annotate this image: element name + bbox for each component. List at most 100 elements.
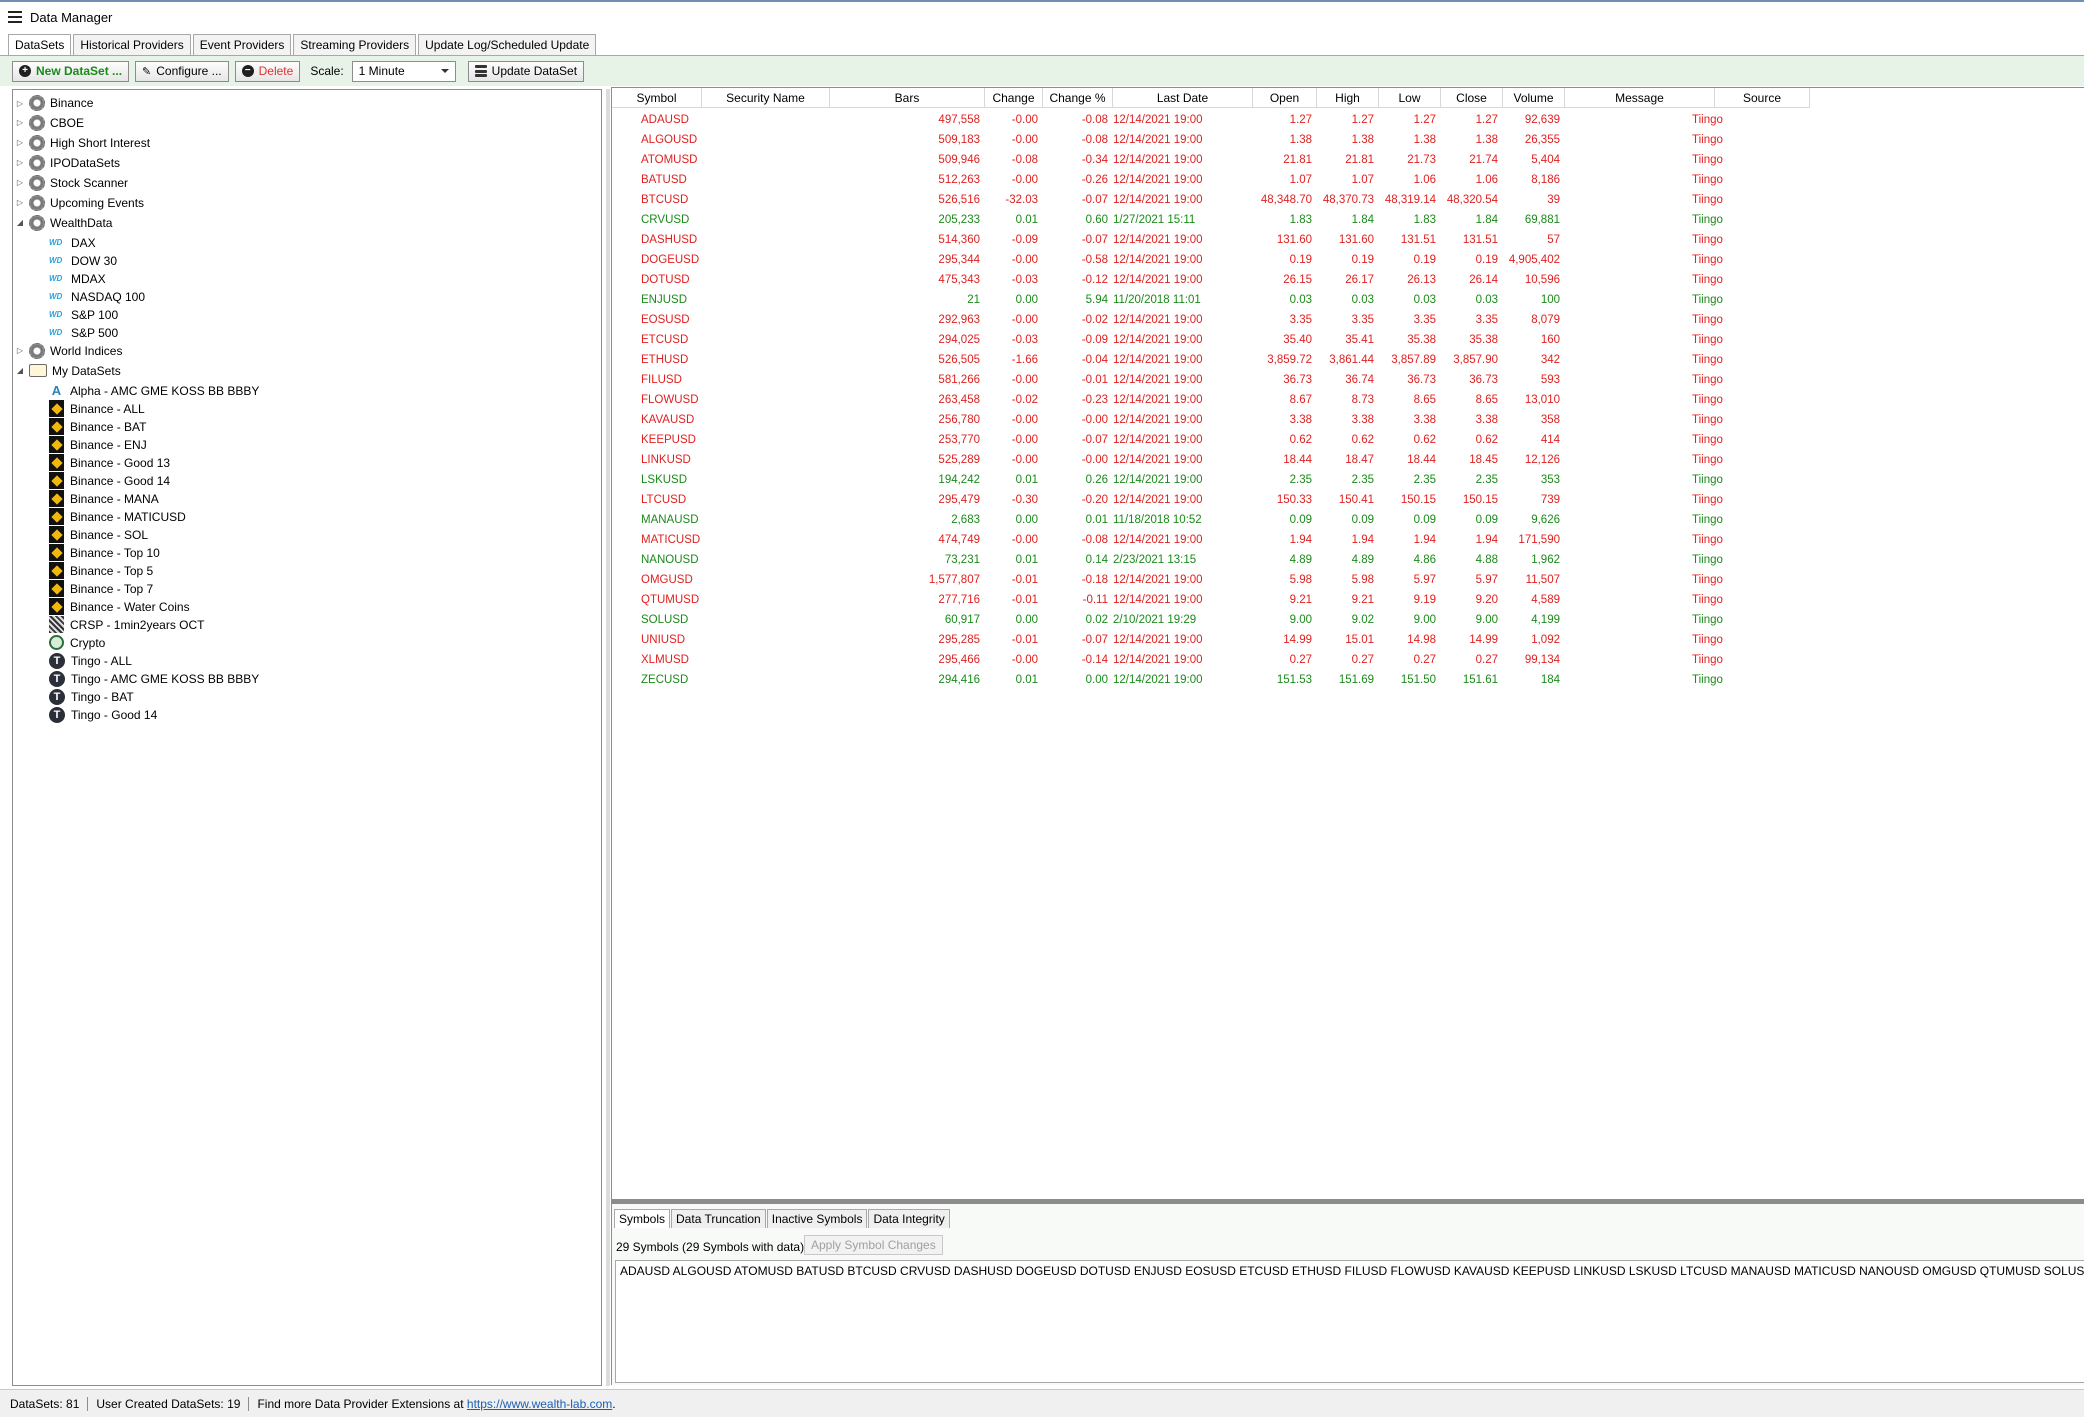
- tree-item[interactable]: Binance - Top 10: [49, 544, 160, 562]
- tree-item[interactable]: Binance - Water Coins: [49, 598, 190, 616]
- symbol-cell[interactable]: KAVAUSD: [636, 410, 702, 430]
- symbol-cell[interactable]: LTCUSD: [636, 490, 702, 510]
- symbol-cell[interactable]: ZECUSD: [636, 670, 702, 690]
- tree-item[interactable]: ▷ High Short Interest: [15, 134, 150, 152]
- symbol-cell[interactable]: BTCUSD: [636, 190, 702, 210]
- symbol-cell[interactable]: ALGOUSD: [636, 130, 702, 150]
- symbol-cell[interactable]: LINKUSD: [636, 450, 702, 470]
- symbol-cell[interactable]: ETCUSD: [636, 330, 702, 350]
- column-header[interactable]: Last Date: [1113, 88, 1253, 108]
- collapsed-arrow-icon[interactable]: ▷: [15, 118, 25, 127]
- collapsed-arrow-icon[interactable]: ▷: [15, 346, 25, 355]
- column-header[interactable]: Change %: [1043, 88, 1113, 108]
- column-header[interactable]: Open: [1253, 88, 1317, 108]
- expanded-arrow-icon[interactable]: ◢: [15, 366, 25, 375]
- update-dataset-button[interactable]: Update DataSet: [467, 60, 585, 82]
- tree-item[interactable]: ▷ IPODataSets: [15, 154, 120, 172]
- symbols-textarea[interactable]: ADAUSD ALGOUSD ATOMUSD BATUSD BTCUSD CRV…: [615, 1260, 2084, 1383]
- symbol-cell[interactable]: BATUSD: [636, 170, 702, 190]
- collapsed-arrow-icon[interactable]: ▷: [15, 178, 25, 187]
- tree-item[interactable]: ▷ Stock Scanner: [15, 174, 128, 192]
- tree-item[interactable]: ▷ Binance: [15, 94, 93, 112]
- tree-item[interactable]: Binance - Good 14: [49, 472, 170, 490]
- symbol-cell[interactable]: MANAUSD: [636, 510, 702, 530]
- symbol-cell[interactable]: LSKUSD: [636, 470, 702, 490]
- symbol-cell[interactable]: KEEPUSD: [636, 430, 702, 450]
- tab-symbols[interactable]: Symbols: [614, 1209, 671, 1228]
- tree-item[interactable]: T Tingo - Good 14: [49, 706, 157, 724]
- tree-item[interactable]: T Tingo - AMC GME KOSS BB BBBY: [49, 670, 259, 688]
- tree-item[interactable]: CRSP - 1min2years OCT: [49, 616, 204, 634]
- tab-inactive-symbols[interactable]: Inactive Symbols: [766, 1209, 868, 1228]
- tab-data-truncation[interactable]: Data Truncation: [671, 1209, 766, 1228]
- symbol-cell[interactable]: NANOUSD: [636, 550, 702, 570]
- symbol-cell[interactable]: EOSUSD: [636, 310, 702, 330]
- column-header[interactable]: High: [1317, 88, 1379, 108]
- symbol-cell[interactable]: ETHUSD: [636, 350, 702, 370]
- symbol-cell[interactable]: ADAUSD: [636, 110, 702, 130]
- column-header[interactable]: Symbol: [612, 88, 702, 108]
- symbol-cell[interactable]: ATOMUSD: [636, 150, 702, 170]
- dataset-tree[interactable]: ▷ Binance ▷ CBOE ▷ High Short Interest ▷ IPODat…: [12, 89, 602, 1386]
- symbol-cell[interactable]: MATICUSD: [636, 530, 702, 550]
- collapsed-arrow-icon[interactable]: ▷: [15, 99, 25, 108]
- configure-button[interactable]: ✎ Configure ...: [135, 60, 229, 82]
- symbol-cell[interactable]: DASHUSD: [636, 230, 702, 250]
- tree-item[interactable]: WD NASDAQ 100: [49, 288, 145, 306]
- collapsed-arrow-icon[interactable]: ▷: [15, 158, 25, 167]
- symbol-cell[interactable]: OMGUSD: [636, 570, 702, 590]
- tree-item[interactable]: WD S&P 500: [49, 324, 118, 342]
- tab-event-providers[interactable]: Event Providers: [192, 34, 292, 55]
- menu-icon[interactable]: [8, 11, 22, 23]
- symbol-cell[interactable]: CRVUSD: [636, 210, 702, 230]
- collapsed-arrow-icon[interactable]: ▷: [15, 138, 25, 147]
- apply-symbol-changes-button[interactable]: Apply Symbol Changes: [804, 1235, 943, 1255]
- tree-item[interactable]: ▷ Upcoming Events: [15, 194, 144, 212]
- new-dataset-button[interactable]: + New DataSet ...: [12, 60, 130, 82]
- column-header[interactable]: Change: [985, 88, 1043, 108]
- symbol-cell[interactable]: QTUMUSD: [636, 590, 702, 610]
- tab-update-log[interactable]: Update Log/Scheduled Update: [418, 34, 597, 55]
- column-header[interactable]: Message: [1565, 88, 1715, 108]
- tree-item[interactable]: Binance - ENJ: [49, 436, 147, 454]
- column-header[interactable]: Bars: [830, 88, 985, 108]
- symbol-cell[interactable]: SOLUSD: [636, 610, 702, 630]
- vertical-splitter[interactable]: [606, 89, 610, 1386]
- delete-button[interactable]: − Delete: [234, 60, 301, 82]
- tree-item[interactable]: WD MDAX: [49, 270, 106, 288]
- column-header[interactable]: Low: [1379, 88, 1441, 108]
- column-header[interactable]: Security Name: [702, 88, 830, 108]
- column-header[interactable]: Source: [1715, 88, 1810, 108]
- tree-item[interactable]: Binance - Good 13: [49, 454, 170, 472]
- tree-item[interactable]: Binance - BAT: [49, 418, 146, 436]
- tree-item[interactable]: Binance - MATICUSD: [49, 508, 186, 526]
- scale-dropdown[interactable]: 1 Minute: [351, 60, 456, 82]
- tree-item[interactable]: WD DOW 30: [49, 252, 117, 270]
- tree-item[interactable]: Crypto: [49, 634, 105, 652]
- tree-item[interactable]: ▷ CBOE: [15, 114, 84, 132]
- tree-item[interactable]: Binance - ALL: [49, 400, 145, 418]
- tab-historical-providers[interactable]: Historical Providers: [73, 34, 191, 55]
- tab-data-integrity[interactable]: Data Integrity: [868, 1209, 950, 1228]
- column-header[interactable]: Close: [1441, 88, 1503, 108]
- tree-item[interactable]: Binance - Top 7: [49, 580, 153, 598]
- symbol-cell[interactable]: FILUSD: [636, 370, 702, 390]
- tree-item[interactable]: T Tingo - BAT: [49, 688, 134, 706]
- tab-streaming-providers[interactable]: Streaming Providers: [293, 34, 417, 55]
- symbol-cell[interactable]: FLOWUSD: [636, 390, 702, 410]
- expanded-arrow-icon[interactable]: ◢: [15, 218, 25, 227]
- symbol-cell[interactable]: UNIUSD: [636, 630, 702, 650]
- symbol-cell[interactable]: XLMUSD: [636, 650, 702, 670]
- tree-item[interactable]: Binance - MANA: [49, 490, 159, 508]
- collapsed-arrow-icon[interactable]: ▷: [15, 198, 25, 207]
- tree-item[interactable]: A Alpha - AMC GME KOSS BB BBBY: [49, 382, 260, 400]
- tree-item[interactable]: ◢ WealthData: [15, 214, 112, 232]
- tree-item[interactable]: WD DAX: [49, 234, 96, 252]
- symbol-cell[interactable]: ENJUSD: [636, 290, 702, 310]
- tree-item[interactable]: ◢ My DataSets: [15, 362, 121, 380]
- tree-item[interactable]: Binance - SOL: [49, 526, 148, 544]
- wealth-lab-link[interactable]: https://www.wealth-lab.com: [467, 1397, 612, 1411]
- tree-item[interactable]: Binance - Top 5: [49, 562, 153, 580]
- tab-datasets[interactable]: DataSets: [8, 34, 72, 56]
- tree-item[interactable]: T Tingo - ALL: [49, 652, 132, 670]
